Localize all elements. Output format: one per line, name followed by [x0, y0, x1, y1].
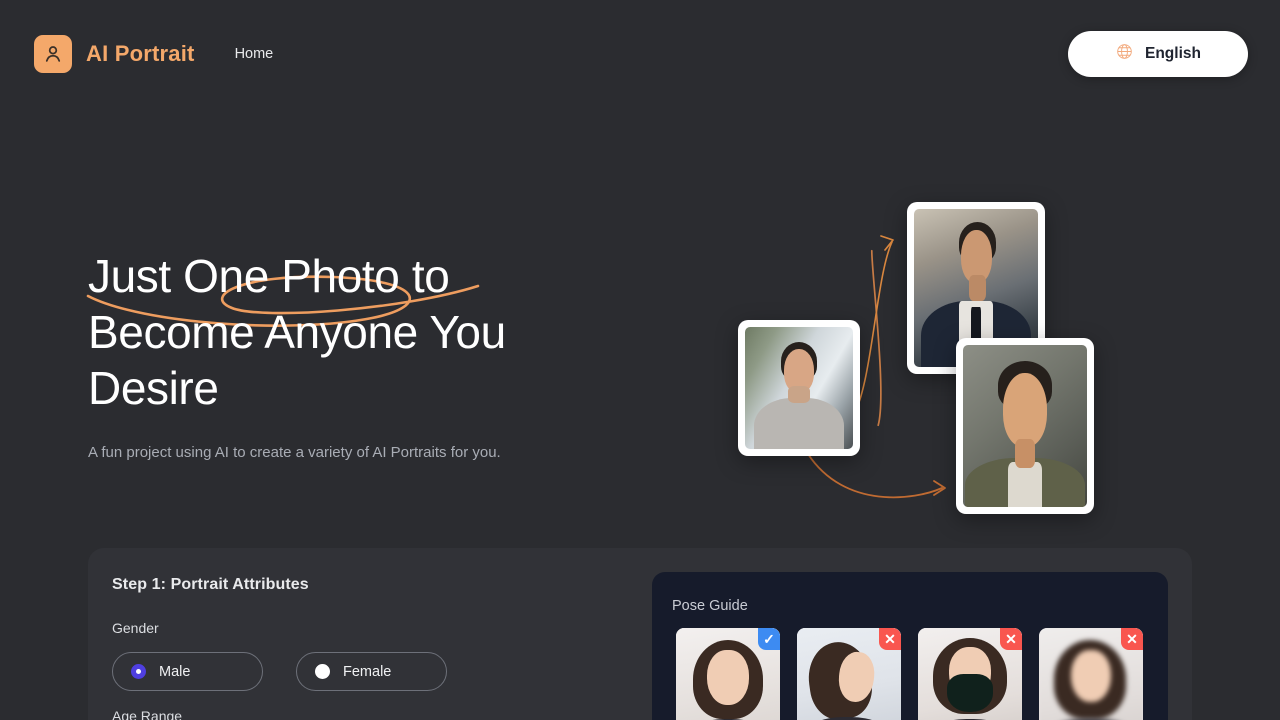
check-icon: ✓ — [758, 628, 780, 650]
hero-title-line-1: Just One Photo to — [88, 250, 450, 302]
close-icon: ✕ — [1121, 628, 1143, 650]
language-label: English — [1145, 45, 1201, 62]
source-photo-card[interactable] — [738, 320, 860, 456]
page-title: Just One Photo to Become Anyone You Desi… — [88, 248, 648, 416]
hero-photo-collage — [700, 180, 1130, 530]
gender-option-female-label: Female — [343, 663, 392, 680]
hero-title-line-3: Desire — [88, 362, 219, 414]
close-icon: ✕ — [879, 628, 901, 650]
age-range-field-label: Age Range — [112, 708, 183, 720]
pose-guide-card-not-frontal[interactable]: ✕ Not frontal — [797, 628, 901, 720]
pose-guide-card-too-blurry[interactable]: ✕ Too blurry — [1039, 628, 1143, 720]
brand-name: AI Portrait — [86, 41, 195, 66]
pose-guide-card-obstruction[interactable]: ✕ Obstructio... — [918, 628, 1022, 720]
radio-unselected-icon — [315, 664, 330, 679]
pose-guide-title: Pose Guide — [672, 598, 748, 614]
nav-item-home[interactable]: Home — [235, 46, 274, 62]
pose-guide-card-clear-facial[interactable]: ✓ Clear facial... — [676, 628, 780, 720]
curved-arrow-icon-down — [807, 453, 946, 499]
app-root: AI Portrait Home English Just One Photo … — [0, 0, 1280, 720]
gender-radio-group: Male Female — [112, 652, 447, 691]
radio-selected-icon — [131, 664, 146, 679]
brand-logo-group[interactable]: AI Portrait — [34, 35, 195, 73]
user-avatar-icon — [34, 35, 72, 73]
main-nav: Home — [235, 46, 274, 62]
result-photo-image-2 — [963, 345, 1087, 507]
hero-title-line-2: Become Anyone You — [88, 306, 506, 358]
top-header: AI Portrait Home English — [0, 0, 1280, 108]
language-selector-button[interactable]: English — [1068, 31, 1248, 77]
pose-guide-card-list: ✓ Clear facial... ✕ Not frontal — [676, 628, 1143, 720]
hero-subtitle: A fun project using AI to create a varie… — [88, 444, 501, 461]
gender-field-label: Gender — [112, 620, 159, 636]
close-icon: ✕ — [1000, 628, 1022, 650]
step-title: Step 1: Portrait Attributes — [112, 576, 309, 593]
gender-option-female[interactable]: Female — [296, 652, 447, 691]
pose-guide-panel: Pose Guide ✓ Clear facial... ✕ Not fro — [652, 572, 1168, 720]
source-photo-image — [745, 327, 853, 449]
result-photo-card-2[interactable] — [956, 338, 1094, 514]
gender-option-male[interactable]: Male — [112, 652, 263, 691]
gender-option-male-label: Male — [159, 663, 191, 680]
globe-icon — [1115, 42, 1134, 66]
hero-text-block: Just One Photo to Become Anyone You Desi… — [86, 248, 648, 464]
